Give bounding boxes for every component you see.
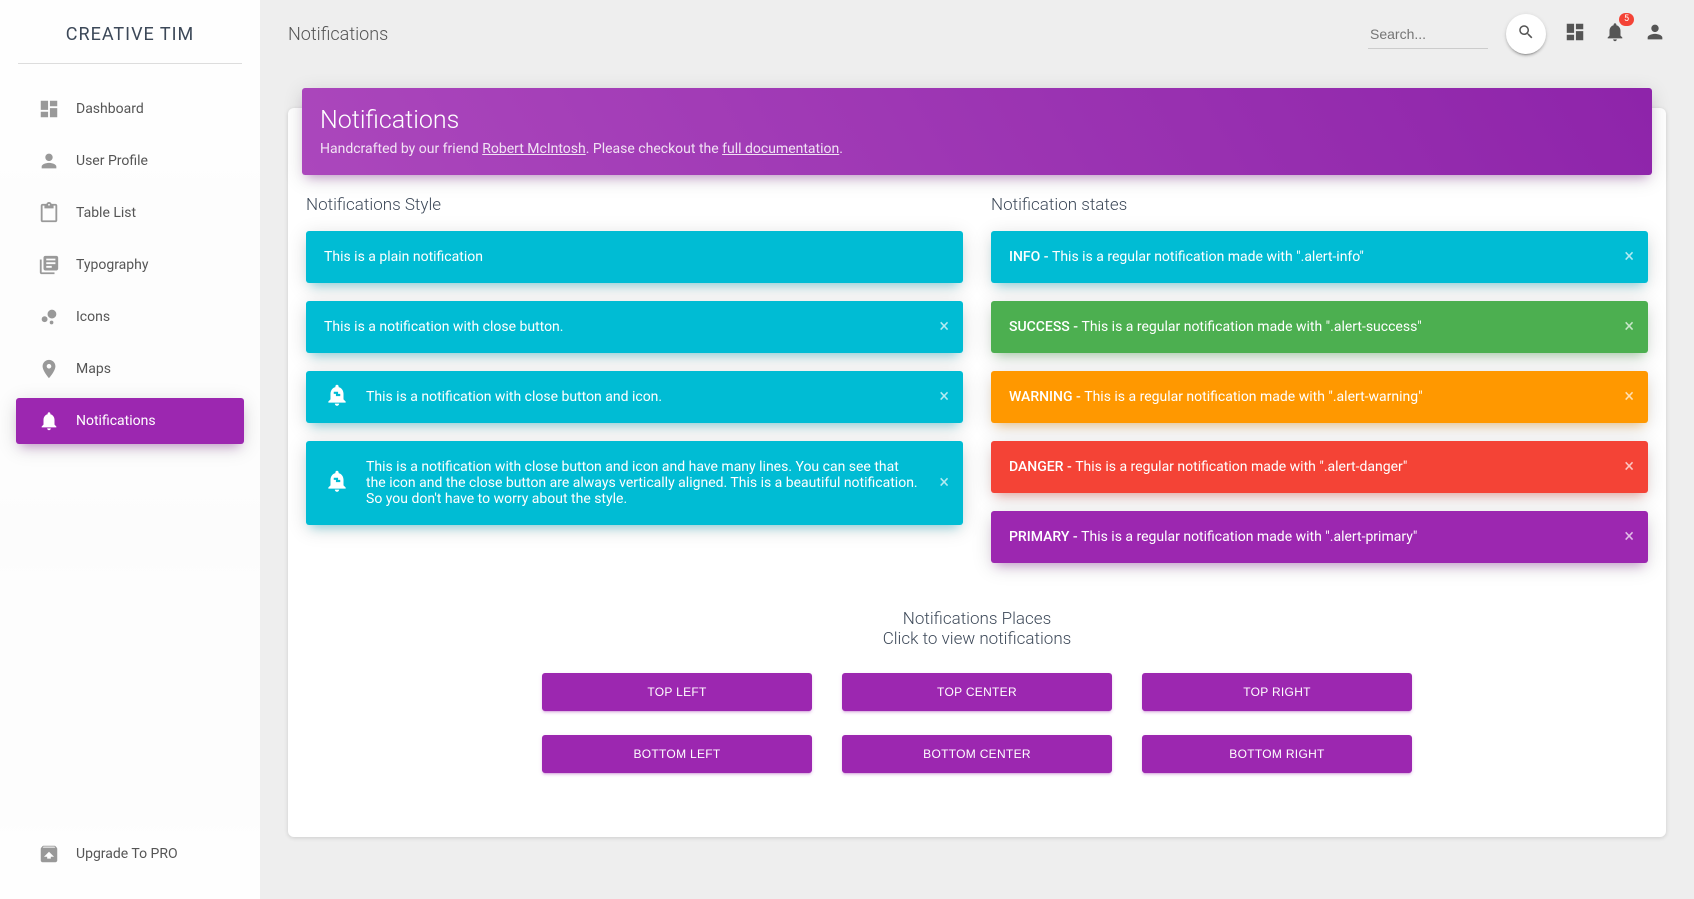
close-icon[interactable]: × bbox=[1624, 318, 1634, 336]
page-title: Notifications bbox=[288, 24, 388, 45]
add-alert-icon bbox=[324, 382, 350, 412]
close-icon[interactable]: × bbox=[1624, 388, 1634, 406]
account-icon[interactable] bbox=[1644, 21, 1666, 47]
top-left-button[interactable]: Top Left bbox=[542, 673, 812, 711]
notifications-badge: 5 bbox=[1619, 13, 1634, 26]
close-icon[interactable]: × bbox=[1624, 248, 1634, 266]
main: Notifications 5 bbox=[260, 0, 1694, 899]
alert-with-close: This is a notification with close button… bbox=[306, 301, 963, 353]
close-icon[interactable]: × bbox=[939, 474, 949, 492]
bottom-right-button[interactable]: Bottom Right bbox=[1142, 735, 1412, 773]
sidebar-item-notifications[interactable]: Notifications bbox=[16, 398, 244, 444]
unarchive-icon bbox=[34, 843, 64, 865]
places-subtitle: Click to view notifications bbox=[302, 629, 1652, 649]
person-icon bbox=[34, 150, 64, 172]
sidebar-item-upgrade[interactable]: Upgrade To PRO bbox=[16, 831, 244, 877]
search-button[interactable] bbox=[1506, 14, 1546, 54]
places-title: Notifications Places bbox=[302, 609, 1652, 629]
notifications-menu-icon[interactable]: 5 bbox=[1604, 21, 1626, 47]
sidebar-item-label: Icons bbox=[76, 309, 110, 325]
alert-with-icon-long: This is a notification with close button… bbox=[306, 441, 963, 525]
content-paste-icon bbox=[34, 202, 64, 224]
sidebar-bottom: Upgrade To PRO bbox=[0, 825, 260, 883]
top-center-button[interactable]: Top Center bbox=[842, 673, 1112, 711]
sidebar-item-label: Notifications bbox=[76, 413, 156, 429]
documentation-link[interactable]: full documentation bbox=[722, 141, 839, 157]
section-title: Notification states bbox=[991, 195, 1648, 215]
add-alert-icon bbox=[324, 468, 350, 498]
search-input[interactable] bbox=[1368, 20, 1488, 49]
alert-danger-state: DANGER - This is a regular notification … bbox=[991, 441, 1648, 493]
alert-text: INFO - This is a regular notification ma… bbox=[1009, 249, 1364, 265]
card-header: Notifications Handcrafted by our friend … bbox=[302, 88, 1652, 175]
sidebar-item-dashboard[interactable]: Dashboard bbox=[16, 86, 244, 132]
sidebar-item-label: Typography bbox=[76, 257, 148, 273]
close-icon[interactable]: × bbox=[1624, 458, 1634, 476]
section-title: Notifications Style bbox=[306, 195, 963, 215]
sidebar-item-label: Maps bbox=[76, 361, 111, 377]
sidebar-item-label: User Profile bbox=[76, 153, 148, 169]
alert-success-state: SUCCESS - This is a regular notification… bbox=[991, 301, 1648, 353]
alert-text: This is a plain notification bbox=[324, 249, 483, 265]
alert-info-state: INFO - This is a regular notification ma… bbox=[991, 231, 1648, 283]
sidebar-item-label: Dashboard bbox=[76, 101, 144, 117]
close-icon[interactable]: × bbox=[939, 318, 949, 336]
location-on-icon bbox=[34, 358, 64, 380]
alert-primary-state: PRIMARY - This is a regular notification… bbox=[991, 511, 1648, 563]
notifications-card: Notifications Handcrafted by our friend … bbox=[288, 108, 1666, 837]
alert-text: SUCCESS - This is a regular notification… bbox=[1009, 319, 1422, 335]
search-icon bbox=[1517, 23, 1535, 45]
alert-with-icon: This is a notification with close button… bbox=[306, 371, 963, 423]
card-subtitle: Handcrafted by our friend Robert McIntos… bbox=[320, 141, 1634, 157]
sidebar-item-label: Upgrade To PRO bbox=[76, 846, 178, 862]
sidebar: CREATIVE TIM Dashboard User Profile Tabl… bbox=[0, 0, 260, 899]
notification-states-column: Notification states INFO - This is a reg… bbox=[991, 195, 1648, 581]
brand-title[interactable]: CREATIVE TIM bbox=[0, 0, 260, 63]
topbar-right: 5 bbox=[1368, 14, 1666, 54]
close-icon[interactable]: × bbox=[939, 388, 949, 406]
bottom-center-button[interactable]: Bottom Center bbox=[842, 735, 1112, 773]
author-link[interactable]: Robert McIntosh bbox=[482, 141, 586, 157]
alert-text: This is a notification with close button… bbox=[366, 389, 919, 405]
topbar: Notifications 5 bbox=[272, 0, 1682, 68]
notifications-style-column: Notifications Style This is a plain noti… bbox=[306, 195, 963, 581]
close-icon[interactable]: × bbox=[1624, 528, 1634, 546]
sidebar-nav: Dashboard User Profile Table List Typogr… bbox=[0, 64, 260, 466]
sidebar-item-typography[interactable]: Typography bbox=[16, 242, 244, 288]
sidebar-item-icons[interactable]: Icons bbox=[16, 294, 244, 340]
sidebar-item-table-list[interactable]: Table List bbox=[16, 190, 244, 236]
alert-plain: This is a plain notification bbox=[306, 231, 963, 283]
alert-text: This is a notification with close button… bbox=[366, 459, 919, 507]
notification-places: Notifications Places Click to view notif… bbox=[302, 581, 1652, 773]
bottom-left-button[interactable]: Bottom Left bbox=[542, 735, 812, 773]
dashboard-icon bbox=[34, 98, 64, 120]
top-right-button[interactable]: Top Right bbox=[1142, 673, 1412, 711]
alert-text: PRIMARY - This is a regular notification… bbox=[1009, 529, 1417, 545]
alert-text: DANGER - This is a regular notification … bbox=[1009, 459, 1407, 475]
alert-warning-state: WARNING - This is a regular notification… bbox=[991, 371, 1648, 423]
alert-text: This is a notification with close button… bbox=[324, 319, 563, 335]
dashboard-link-icon[interactable] bbox=[1564, 21, 1586, 47]
sidebar-item-maps[interactable]: Maps bbox=[16, 346, 244, 392]
alert-text: WARNING - This is a regular notification… bbox=[1009, 389, 1423, 405]
sidebar-item-label: Table List bbox=[76, 205, 136, 221]
bubble-chart-icon bbox=[34, 306, 64, 328]
sidebar-item-user-profile[interactable]: User Profile bbox=[16, 138, 244, 184]
library-books-icon bbox=[34, 254, 64, 276]
card-title: Notifications bbox=[320, 106, 1634, 135]
notifications-icon bbox=[34, 410, 64, 432]
